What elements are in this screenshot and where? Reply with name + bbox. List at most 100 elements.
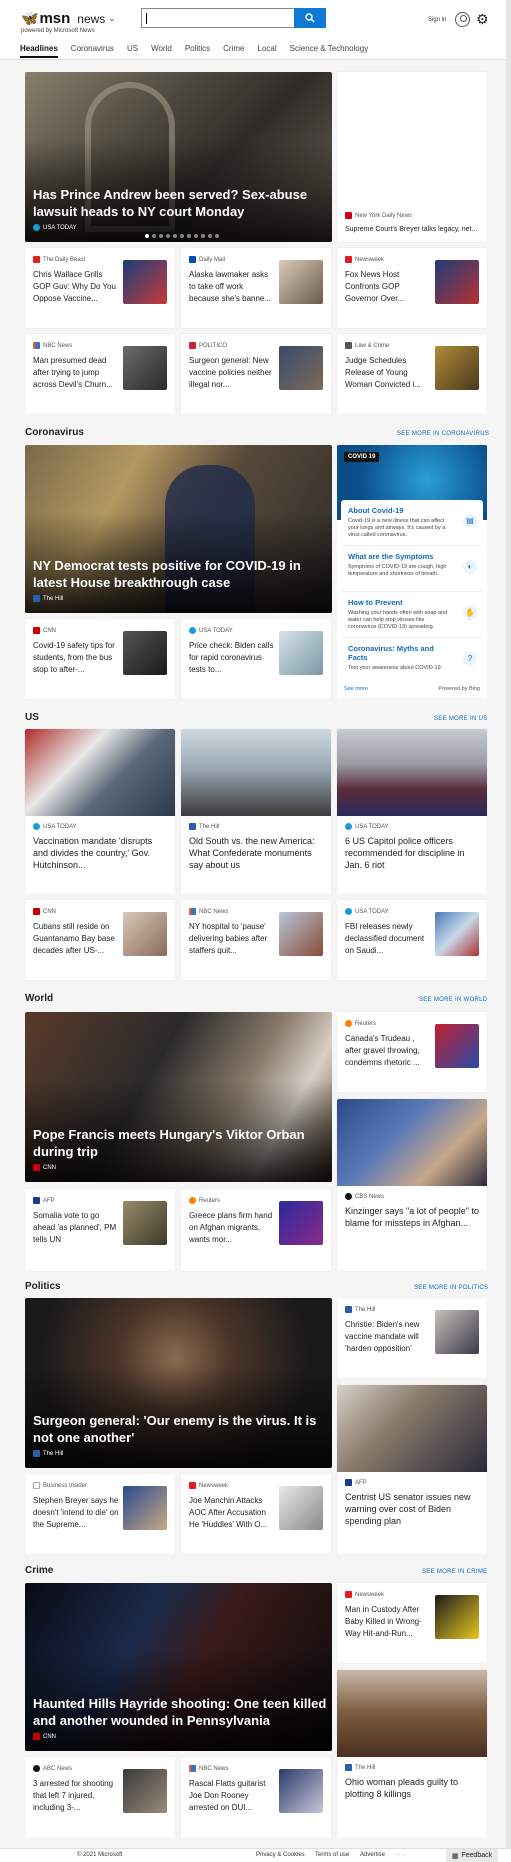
channel-label[interactable]: news [77, 12, 105, 26]
image-story-card[interactable]: CBS News Kinzinger says "a lot of people… [337, 1099, 487, 1271]
section-title-coronavirus[interactable]: Coronavirus [25, 427, 84, 438]
story-card[interactable]: The Daily Beast Chris Wallace Grills GOP… [25, 248, 175, 328]
story-card[interactable]: USA TODAY FBI releases newly declassifie… [337, 900, 487, 980]
story-card[interactable]: AFP Somalia vote to go ahead 'as planned… [25, 1189, 175, 1271]
search-input[interactable] [141, 8, 295, 28]
image-story-card[interactable]: USA TODAY 6 US Capitol police officers r… [337, 729, 487, 894]
coronavirus-hero-story[interactable]: NY Democrat tests positive for COVID-19 … [25, 445, 332, 613]
story-card[interactable]: USA TODAY Price check: Biden calls for r… [181, 619, 331, 699]
covid-see-more[interactable]: See more [344, 686, 368, 692]
covid-topic-about[interactable]: About Covid-19 Covid-19 is a new illness… [341, 500, 483, 546]
terms-link[interactable]: Terms of use [315, 1852, 349, 1858]
avatar-icon[interactable] [455, 12, 470, 27]
carousel-dot[interactable] [208, 234, 212, 238]
see-more-politics[interactable]: SEE MORE IN POLITICS [414, 1285, 488, 1291]
top-hero-story[interactable]: Has Prince Andrew been served? Sex-abuse… [25, 72, 332, 242]
carousel-dot[interactable] [166, 234, 170, 238]
story-card[interactable]: The Hill Christie: Biden's new vaccine m… [337, 1298, 487, 1378]
carousel-dot[interactable] [152, 234, 156, 238]
hero-title[interactable]: Pope Francis meets Hungary's Viktor Orba… [33, 1126, 323, 1160]
world-hero-story[interactable]: Pope Francis meets Hungary's Viktor Orba… [25, 1012, 332, 1182]
story-source: Reuters [189, 1197, 220, 1204]
hero-title[interactable]: Has Prince Andrew been served? Sex-abuse… [33, 186, 323, 220]
image-story-card[interactable]: USA TODAY Vaccination mandate 'disrupts … [25, 729, 175, 894]
story-card[interactable]: ABC News 3 arrested for shooting that le… [25, 1757, 175, 1838]
advertise-link[interactable]: Advertise [360, 1852, 385, 1858]
story-card[interactable]: Newsweek Fox News Host Confronts GOP Gov… [337, 248, 487, 328]
hero-title[interactable]: NY Democrat tests positive for COVID-19 … [33, 557, 323, 591]
story-card[interactable]: Daily Mail Alaska lawmaker asks to take … [181, 248, 331, 328]
story-title: Rascal Flatts guitarist Joe Don Rooney a… [189, 1779, 266, 1812]
story-title: Centrist US senator issues new warning o… [345, 1492, 471, 1526]
tab-science-technology[interactable]: Science & Technology [290, 44, 369, 58]
image-story-card[interactable]: AFP Centrist US senator issues new warni… [337, 1385, 487, 1554]
covid-topic-symptoms[interactable]: What are the Symptoms Symptoms of COVID-… [341, 546, 483, 592]
tab-world[interactable]: World [151, 44, 172, 58]
hero-source: CNN [33, 1164, 56, 1171]
hero-title[interactable]: Surgeon general: 'Our enemy is the virus… [33, 1412, 332, 1446]
story-card[interactable]: NBC News NY hospital to 'pause' deliveri… [181, 900, 331, 980]
abc-icon [33, 1765, 40, 1772]
carousel-dot[interactable] [201, 234, 205, 238]
story-source-label: Newsweek [199, 1482, 229, 1489]
covid-topic-myths[interactable]: Coronavirus: Myths and Facts Test your a… [341, 638, 483, 684]
story-card[interactable]: CNN Cubans still reside on Guantanamo Ba… [25, 900, 175, 980]
sign-in-link[interactable]: Sign in [428, 17, 446, 23]
carousel-dot[interactable] [187, 234, 191, 238]
story-card[interactable]: Newsweek Man in Custody After Baby Kille… [337, 1583, 487, 1663]
carousel-dots[interactable] [145, 234, 219, 238]
tab-crime[interactable]: Crime [223, 44, 244, 58]
tab-headlines[interactable]: Headlines [20, 44, 58, 58]
usa-today-icon [189, 627, 196, 634]
covid-topic-prevent[interactable]: How to Prevent Washing your hands often … [341, 592, 483, 638]
hero-title[interactable]: Haunted Hills Hayride shooting: One teen… [33, 1695, 332, 1729]
story-image [337, 729, 487, 816]
story-card[interactable]: NBC News Man presumed dead after trying … [25, 334, 175, 414]
carousel-dot[interactable] [145, 234, 149, 238]
section-title-crime[interactable]: Crime [25, 1565, 53, 1576]
carousel-dot[interactable] [215, 234, 219, 238]
image-story-card[interactable]: The Hill Ohio woman pleads guilty to plo… [337, 1670, 487, 1838]
tab-local[interactable]: Local [258, 44, 277, 58]
see-more-coronavirus[interactable]: SEE MORE IN CORONAVIRUS [397, 431, 489, 437]
covid-topic-desc: Symptoms of COVID-19 are cough, high tem… [348, 564, 447, 577]
tab-us[interactable]: US [127, 44, 138, 58]
see-more-crime[interactable]: SEE MORE IN CRIME [422, 1569, 487, 1575]
page-scrollbar[interactable] [506, 0, 511, 1862]
story-card[interactable]: NBC News Rascal Flatts guitarist Joe Don… [181, 1757, 331, 1838]
feedback-button[interactable]: ▦ Feedback [446, 1849, 498, 1862]
hero-source: The Hill [33, 1450, 63, 1457]
carousel-dot[interactable] [194, 234, 198, 238]
see-more-world[interactable]: SEE MORE IN WORLD [419, 997, 487, 1003]
section-title-us[interactable]: US [25, 712, 39, 723]
story-card[interactable]: Reuters Greece plans firm hand on Afghan… [181, 1189, 331, 1271]
tab-politics[interactable]: Politics [185, 44, 210, 58]
story-card[interactable]: Business Insider Stephen Breyer says he … [25, 1474, 175, 1554]
section-title-world[interactable]: World [25, 993, 53, 1004]
section-title-politics[interactable]: Politics [25, 1281, 61, 1292]
chevron-down-icon[interactable]: ⌄ [108, 13, 116, 24]
story-source-label: NBC News [43, 342, 73, 349]
story-card[interactable]: Law & Crime Judge Schedules Release of Y… [337, 334, 487, 414]
gear-icon[interactable]: ⚙ [476, 11, 489, 28]
tab-coronavirus[interactable]: Coronavirus [71, 44, 114, 58]
search-button[interactable] [294, 8, 326, 28]
see-more-us[interactable]: SEE MORE IN US [434, 716, 488, 722]
privacy-link[interactable]: Privacy & Cookies [256, 1852, 305, 1858]
side-story-card[interactable]: New York Daily News Supreme Court's Brey… [337, 72, 487, 242]
story-card[interactable]: POLITICO Surgeon general: New vaccine po… [181, 334, 331, 414]
usa-today-icon [33, 823, 40, 830]
politics-hero-story[interactable]: Surgeon general: 'Our enemy is the virus… [25, 1298, 332, 1468]
story-card[interactable]: Reuters Canada's Trudeau , after gravel … [337, 1012, 487, 1092]
carousel-dot[interactable] [180, 234, 184, 238]
story-card[interactable]: Newsweek Joe Manchin Attacks AOC After A… [181, 1474, 331, 1554]
afp-icon [345, 1479, 352, 1486]
image-story-card[interactable]: The Hill Old South vs. the new America: … [181, 729, 331, 894]
carousel-dot[interactable] [173, 234, 177, 238]
carousel-dot[interactable] [159, 234, 163, 238]
crime-hero-story[interactable]: Haunted Hills Hayride shooting: One teen… [25, 1583, 332, 1751]
covid-topic-title: Coronavirus: Myths and Facts [348, 644, 434, 662]
msn-logo[interactable]: 🦋 msn news ⌄ [21, 10, 116, 27]
story-card[interactable]: CNN Covid-19 safety tips for students, f… [25, 619, 175, 699]
more-menu[interactable]: · · · [395, 1852, 404, 1858]
